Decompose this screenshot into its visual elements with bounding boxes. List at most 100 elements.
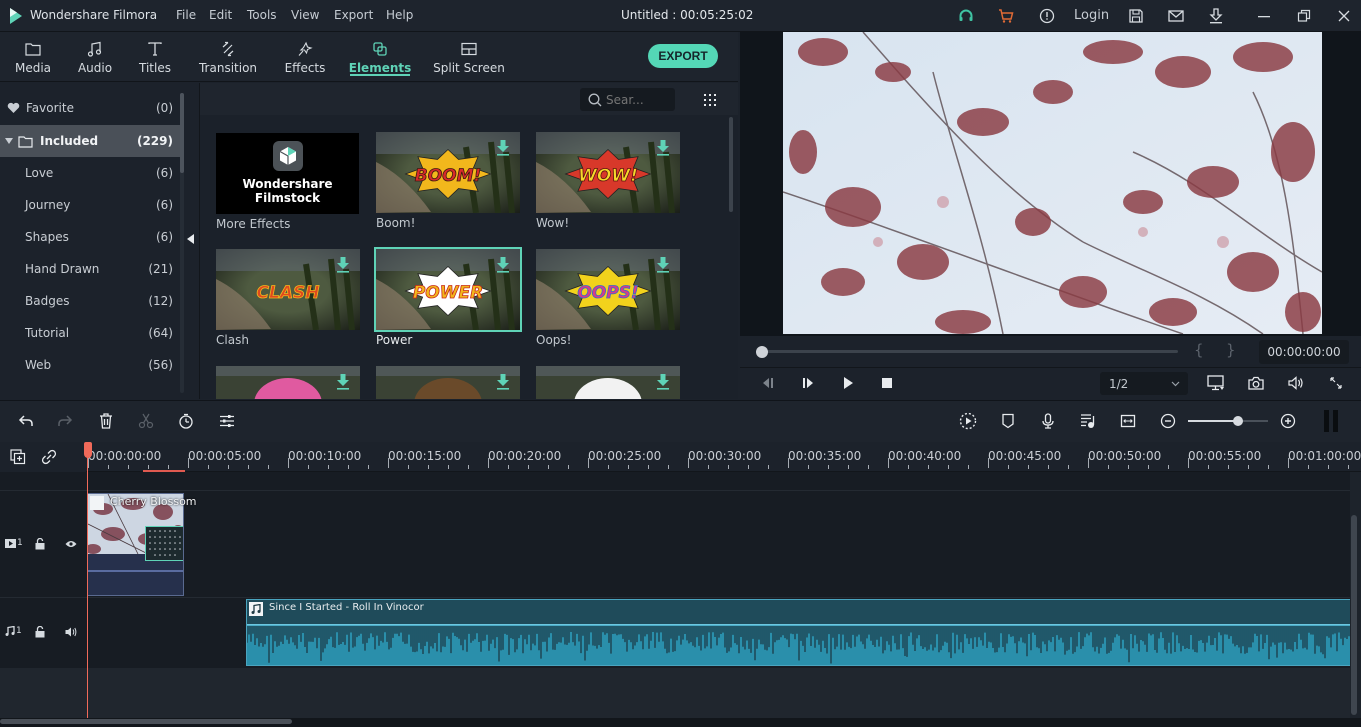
alert-icon[interactable] (1036, 6, 1058, 26)
search-field[interactable] (580, 88, 675, 111)
element-thumb-oops[interactable]: OOPS! (536, 249, 680, 330)
mute-audio-track-button[interactable] (62, 625, 80, 639)
element-thumb-partial[interactable] (216, 366, 360, 399)
next-frame-button[interactable] (797, 373, 819, 393)
category-badges[interactable]: Badges (12) (0, 285, 182, 317)
menu-export[interactable]: Export (334, 8, 373, 22)
download-icon[interactable] (336, 257, 350, 273)
category-love[interactable]: Love (6) (0, 157, 182, 189)
element-thumb-partial[interactable] (376, 366, 520, 399)
timeline-zoom-knob[interactable] (1232, 416, 1243, 426)
download-icon[interactable] (336, 374, 350, 390)
tab-effects[interactable]: Effects (282, 32, 328, 82)
play-button[interactable] (837, 373, 859, 393)
download-icon[interactable] (1205, 6, 1227, 26)
tab-transition[interactable]: Transition (198, 32, 258, 82)
clip-audio-line (88, 570, 183, 572)
toggle-video-visibility-button[interactable] (62, 537, 80, 551)
preview-progress-knob[interactable] (756, 346, 768, 358)
cart-icon[interactable] (995, 6, 1017, 26)
tab-media[interactable]: Media (10, 32, 56, 82)
stop-button[interactable] (876, 373, 898, 393)
menu-help[interactable]: Help (386, 8, 413, 22)
timeline-horizontal-scroll-thumb[interactable] (0, 719, 292, 724)
category-included[interactable]: Included (229) (0, 125, 182, 157)
link-button[interactable] (38, 446, 60, 468)
mark-out-button[interactable]: } (1226, 341, 1236, 359)
add-track-button[interactable] (7, 446, 29, 468)
timeline-ruler[interactable]: 00:00:00:00 00:00:05:00 00:00:10:00 00:00:1… (86, 442, 1361, 472)
voiceover-button[interactable] (1037, 410, 1059, 432)
audio-mixer-button[interactable] (1077, 410, 1099, 432)
preview-video[interactable] (783, 32, 1322, 334)
timeline-vertical-scroll-thumb[interactable] (1351, 515, 1357, 715)
menu-view[interactable]: View (291, 8, 319, 22)
render-preview-button[interactable] (957, 410, 979, 432)
grid-view-icon[interactable] (702, 92, 718, 108)
delete-button[interactable] (95, 410, 117, 432)
adjust-button[interactable] (216, 410, 238, 432)
menu-file[interactable]: File (176, 8, 196, 22)
restore-icon[interactable] (1293, 6, 1315, 26)
playhead-line[interactable] (87, 442, 88, 727)
tab-split-screen[interactable]: Split Screen (433, 32, 505, 82)
ruler-minor-tick (848, 465, 849, 469)
export-button[interactable]: EXPORT (648, 44, 718, 68)
download-icon[interactable] (496, 374, 510, 390)
download-icon[interactable] (656, 257, 670, 273)
playback-quality-select[interactable]: 1/2 (1100, 372, 1188, 395)
cut-button[interactable] (135, 410, 157, 432)
preview-progress-track[interactable] (762, 350, 1178, 353)
snapshot-button[interactable] (1245, 373, 1267, 393)
support-headset-icon[interactable] (955, 6, 977, 26)
element-thumb-power[interactable]: POWER (374, 247, 522, 332)
category-favorite[interactable]: Favorite (0) (0, 92, 182, 124)
tab-audio[interactable]: Audio (74, 32, 116, 82)
filmstock-card[interactable]: Wondershare Filmstock (216, 133, 359, 214)
download-icon[interactable] (496, 257, 510, 273)
speed-button[interactable] (175, 410, 197, 432)
redo-button[interactable] (54, 410, 76, 432)
category-shapes[interactable]: Shapes (6) (0, 221, 182, 253)
zoom-out-button[interactable] (1157, 410, 1179, 432)
undo-button[interactable] (15, 410, 37, 432)
category-hand-drawn[interactable]: Hand Drawn (21) (0, 253, 182, 285)
collapse-sidebar-icon[interactable] (187, 234, 195, 244)
search-input[interactable] (606, 92, 666, 107)
sidebar-scrollbar-thumb[interactable] (180, 93, 184, 173)
menu-edit[interactable]: Edit (209, 8, 232, 22)
display-settings-button[interactable] (1205, 373, 1227, 393)
lock-video-track-button[interactable] (31, 537, 49, 551)
lock-audio-track-button[interactable] (31, 625, 49, 639)
playhead-handle[interactable] (84, 442, 92, 458)
download-icon[interactable] (656, 374, 670, 390)
add-marker-button[interactable] (997, 410, 1019, 432)
element-thumb-boom[interactable]: BOOM! (376, 132, 520, 213)
fullscreen-button[interactable] (1325, 373, 1347, 393)
category-journey[interactable]: Journey (6) (0, 189, 182, 221)
mark-in-button[interactable]: { (1194, 341, 1204, 359)
element-thumb-clash[interactable]: CLASH (216, 249, 360, 330)
elements-scrollbar[interactable] (729, 117, 733, 212)
download-icon[interactable] (496, 140, 510, 156)
category-web[interactable]: Web (56) (0, 349, 182, 381)
category-tutorial[interactable]: Tutorial (64) (0, 317, 182, 349)
close-icon[interactable] (1333, 6, 1355, 26)
tab-elements[interactable]: Elements (349, 32, 411, 82)
ruler-label: 00:00:30:00 (688, 449, 762, 463)
element-thumb-partial[interactable] (536, 366, 680, 399)
video-clip[interactable] (87, 493, 184, 596)
save-icon[interactable] (1125, 6, 1147, 26)
zoom-to-fit-button[interactable] (1117, 410, 1139, 432)
element-thumb-wow[interactable]: WOW! (536, 132, 680, 213)
mail-icon[interactable] (1165, 6, 1187, 26)
login-link[interactable]: Login (1074, 8, 1109, 23)
pause-indicator[interactable] (1320, 407, 1342, 435)
previous-frame-button[interactable] (757, 373, 779, 393)
tab-titles[interactable]: Titles (135, 32, 175, 82)
minimize-icon[interactable] (1253, 6, 1275, 26)
zoom-in-button[interactable] (1277, 410, 1299, 432)
menu-tools[interactable]: Tools (247, 8, 277, 22)
volume-button[interactable] (1285, 373, 1307, 393)
download-icon[interactable] (656, 140, 670, 156)
